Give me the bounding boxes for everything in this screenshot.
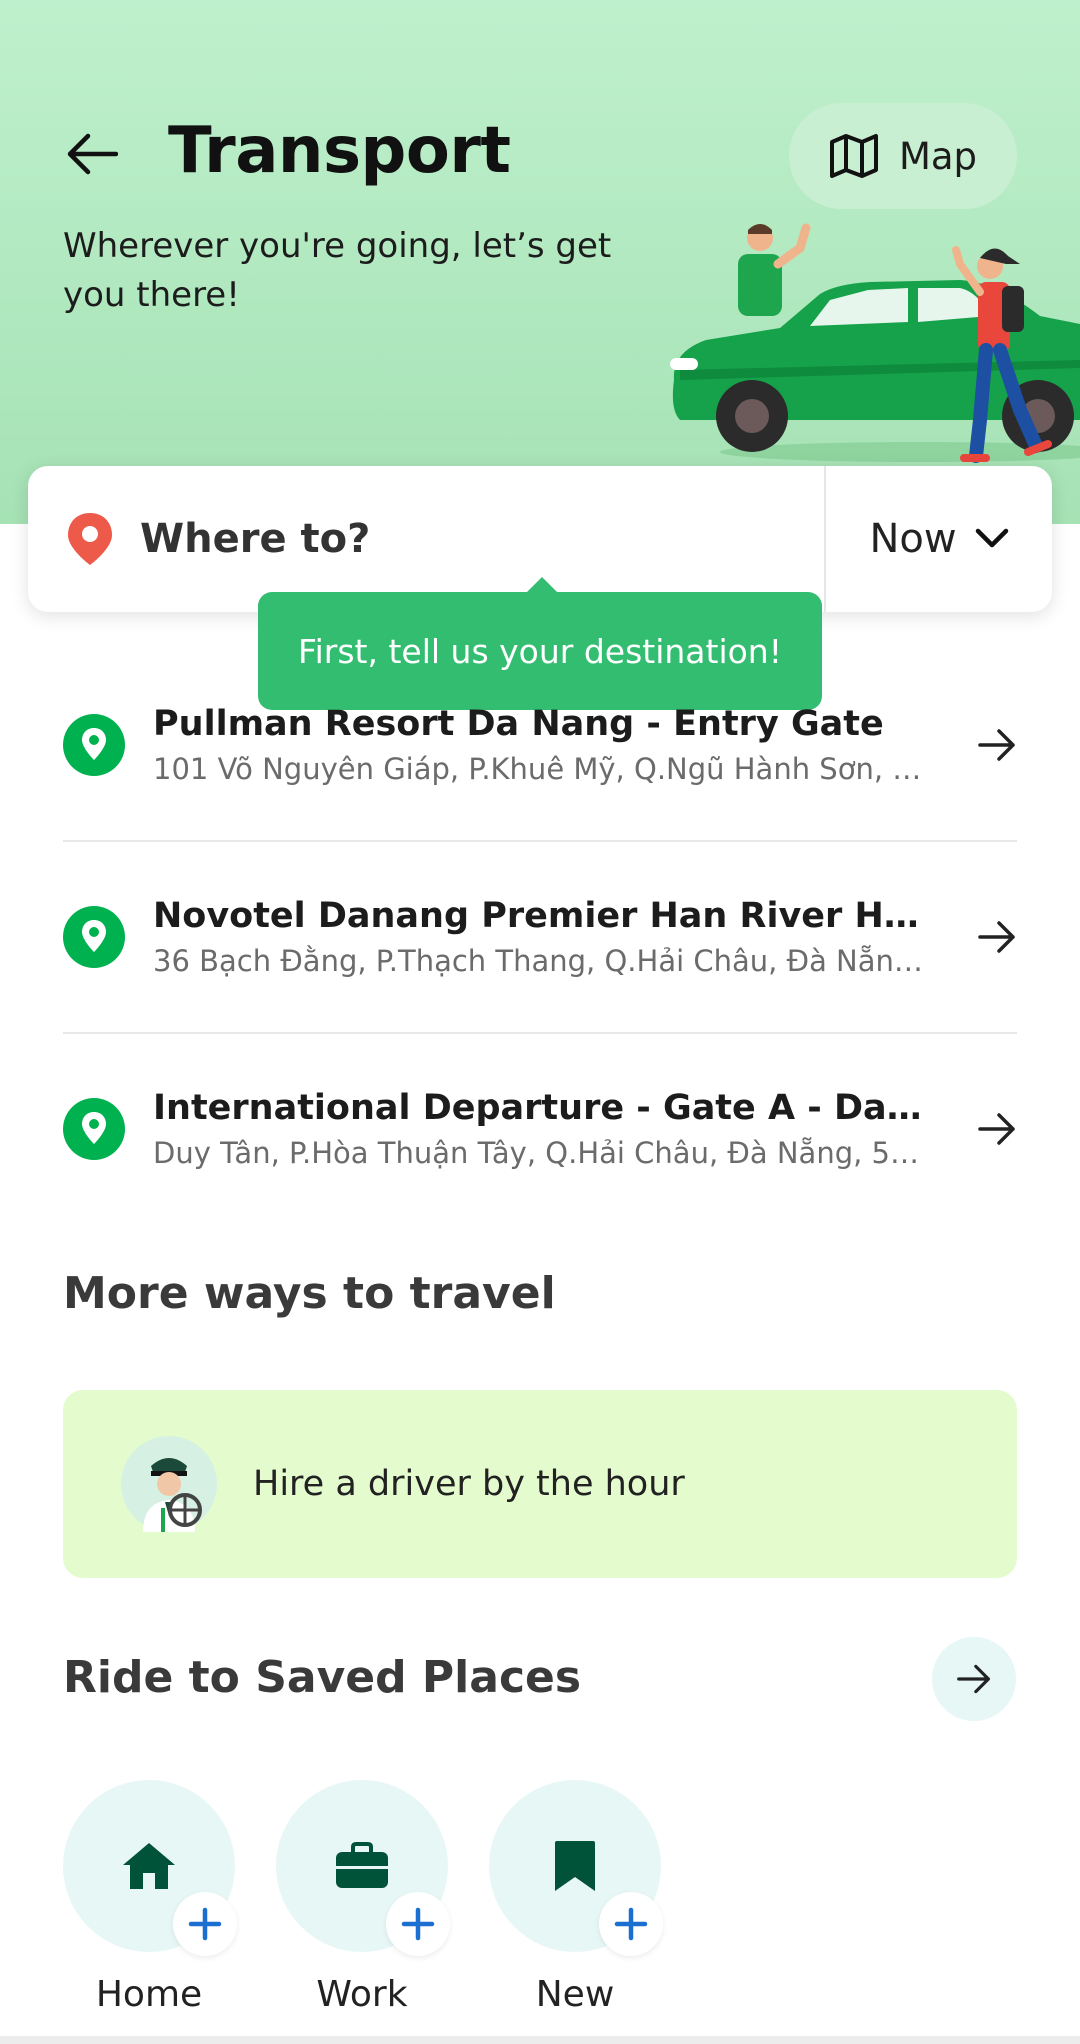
home-icon (123, 1843, 175, 1889)
hire-driver-label: Hire a driver by the hour (253, 1464, 685, 1504)
list-item[interactable]: International Departure - Gate A - Da Na… (63, 1032, 1017, 1224)
list-item[interactable]: Pullman Resort Da Nang - Entry Gate 101 … (63, 650, 1017, 840)
page-title: Transport (168, 114, 511, 188)
chevron-down-icon (975, 528, 1008, 548)
where-to-input[interactable]: Where to? (28, 466, 824, 612)
location-pin-icon (63, 1098, 125, 1160)
place-address: Duy Tân, P.Hòa Thuận Tây, Q.Hải Châu, Đà… (153, 1136, 933, 1170)
hire-driver-card[interactable]: Hire a driver by the hour (63, 1390, 1017, 1578)
back-arrow-icon (67, 133, 118, 175)
saved-place-label: New (535, 1974, 615, 2015)
saved-place-circle (63, 1780, 237, 1956)
arrow-right-icon (978, 921, 1015, 953)
plus-icon (401, 1907, 435, 1941)
location-pin-icon (63, 906, 125, 968)
tooltip-pointer (526, 577, 558, 593)
map-button[interactable]: Map (789, 103, 1017, 209)
plus-icon (614, 1907, 648, 1941)
saved-place-new[interactable]: New (489, 1780, 663, 2015)
bookmark-icon (555, 1841, 595, 1891)
saved-place-work[interactable]: Work (276, 1780, 450, 2015)
place-title: International Departure - Gate A - Da Na… (153, 1088, 933, 1128)
saved-place-label: Work (316, 1974, 408, 2015)
bottom-edge (0, 2036, 1080, 2044)
list-item[interactable]: Novotel Danang Premier Han River Hotel 3… (63, 840, 1017, 1032)
arrow-right-icon (957, 1664, 990, 1694)
more-ways-heading: More ways to travel (63, 1268, 556, 1319)
briefcase-icon (336, 1842, 388, 1888)
saved-place-home[interactable]: Home (63, 1780, 237, 2015)
header-banner: Transport Map Wherever you're going, let… (0, 0, 1080, 524)
arrow-right-icon (978, 1113, 1015, 1145)
car-illustration (670, 223, 1080, 463)
saved-place-circle (489, 1780, 663, 1956)
saved-place-circle (276, 1780, 450, 1956)
location-pin-icon (63, 714, 125, 776)
recent-places-list: Pullman Resort Da Nang - Entry Gate 101 … (0, 650, 1080, 1224)
saved-place-label: Home (95, 1974, 203, 2015)
place-address: 101 Võ Nguyên Giáp, P.Khuê Mỹ, Q.Ngũ Hàn… (153, 752, 933, 786)
map-label: Map (898, 134, 978, 178)
arrow-right-icon (978, 729, 1015, 761)
driver-avatar-icon (121, 1436, 217, 1532)
schedule-time-label: Now (869, 516, 957, 562)
add-badge (599, 1892, 663, 1956)
plus-icon (188, 1907, 222, 1941)
add-badge (173, 1892, 237, 1956)
page-subtitle: Wherever you're going, let’s get you the… (63, 226, 612, 315)
location-pin-icon (68, 513, 112, 565)
place-address: 36 Bạch Đằng, P.Thạch Thang, Q.Hải Châu,… (153, 944, 933, 978)
add-badge (386, 1892, 450, 1956)
where-to-placeholder: Where to? (140, 516, 371, 562)
place-title: Pullman Resort Da Nang - Entry Gate (153, 704, 884, 744)
saved-places-see-all-button[interactable] (932, 1637, 1016, 1721)
place-title: Novotel Danang Premier Han River Hotel (153, 896, 933, 936)
map-icon (829, 134, 878, 178)
schedule-time-dropdown[interactable]: Now (826, 466, 1052, 612)
saved-places-heading: Ride to Saved Places (63, 1652, 582, 1703)
back-button[interactable] (56, 118, 128, 190)
